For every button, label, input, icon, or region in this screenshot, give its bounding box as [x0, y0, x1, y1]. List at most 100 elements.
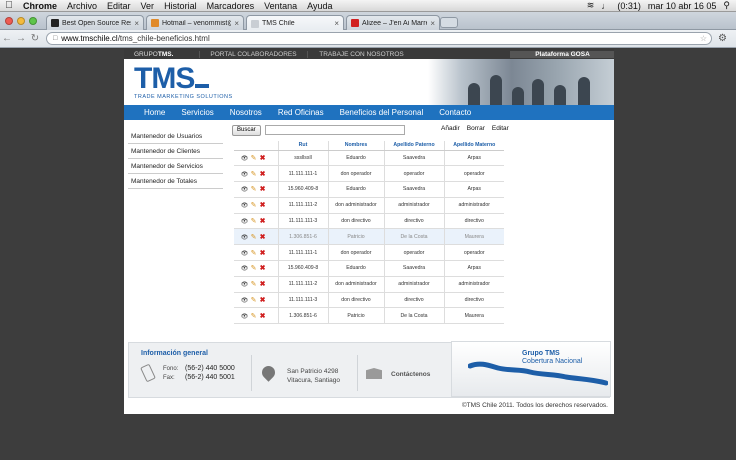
view-icon[interactable]: 👁	[240, 297, 249, 304]
search-input[interactable]	[264, 125, 405, 135]
delete-icon[interactable]: ✖	[258, 217, 267, 225]
apple-icon[interactable]: 	[0, 0, 18, 11]
portal-colaboradores-link[interactable]: PORTAL COLABORADORES	[199, 50, 307, 58]
minimize-window-icon[interactable]	[17, 17, 25, 25]
menu-ver[interactable]: Ver	[136, 1, 160, 11]
spotlight-icon[interactable]: ⚲	[723, 0, 730, 11]
view-icon[interactable]: 👁	[240, 155, 249, 162]
forward-icon[interactable]: →	[14, 33, 28, 44]
nav-nosotros[interactable]: Nosotros	[222, 108, 270, 117]
edit-icon[interactable]: ✎	[249, 201, 258, 209]
tab-close-icon[interactable]: ×	[134, 19, 139, 28]
tab-best-open-source[interactable]: Best Open Source Resources ×	[46, 15, 144, 30]
tab-close-icon[interactable]: ×	[430, 19, 435, 28]
wrench-menu-icon[interactable]: ⚙	[718, 33, 727, 44]
menu-archivo[interactable]: Archivo	[62, 1, 102, 11]
table-row[interactable]: 👁 ✎ ✖ 11.111.111-1 don operador operador opera…	[234, 165, 504, 183]
view-icon[interactable]: 👁	[240, 186, 249, 193]
sidebar-item-totales[interactable]: Mantenedor de Totales	[128, 174, 223, 189]
edit-icon[interactable]: ✎	[249, 170, 258, 178]
col-apellido-materno[interactable]: Apellido Materno	[443, 141, 504, 151]
trabaje-con-nosotros-link[interactable]: TRABAJE CON NOSOTROS	[307, 50, 415, 58]
reload-icon[interactable]: ↻	[28, 33, 42, 44]
nav-home[interactable]: Home	[124, 108, 173, 117]
tab-youtube[interactable]: Alizee – J'en Ai Marre (Tube ×	[346, 15, 440, 30]
tms-logo[interactable]: TMS TRADE MARKETING SOLUTIONS	[134, 64, 233, 101]
table-row[interactable]: 👁 ✎ ✖ sssllssll Eduardo Saavedra Arpas	[234, 150, 504, 167]
edit-icon[interactable]: ✎	[249, 185, 258, 193]
view-icon[interactable]: 👁	[240, 265, 249, 272]
table-row[interactable]: 👁 ✎ ✖ 11.111.111-2 don administrador administ…	[234, 276, 504, 293]
edit-icon[interactable]: ✎	[249, 249, 258, 257]
view-icon[interactable]: 👁	[240, 202, 249, 209]
table-row[interactable]: 👁 ✎ ✖ 15.960.409-8 Eduardo Saavedra Arpas	[234, 181, 504, 198]
coverage-map[interactable]: Grupo TMS Cobertura Nacional	[451, 341, 611, 397]
tab-close-icon[interactable]: ×	[334, 19, 339, 28]
delete-icon[interactable]: ✖	[258, 154, 267, 162]
contact-link[interactable]: Contáctenos	[391, 371, 430, 378]
grupo-tms-logo[interactable]: GRUPOTMS.	[124, 51, 199, 58]
edit-icon[interactable]: ✎	[249, 280, 258, 288]
nav-servicios[interactable]: Servicios	[173, 108, 221, 117]
tab-tms-chile[interactable]: TMS Chile ×	[246, 15, 344, 31]
nav-red-oficinas[interactable]: Red Oficinas	[270, 108, 332, 117]
search-button[interactable]: Buscar	[232, 125, 261, 136]
view-icon[interactable]: 👁	[240, 281, 249, 288]
menu-app-chrome[interactable]: Chrome	[18, 1, 62, 11]
address-bar[interactable]: □ www.tmschile.cl/tms_chile-beneficios.h…	[46, 32, 712, 45]
tab-close-icon[interactable]: ×	[234, 19, 239, 28]
mail-icon[interactable]	[366, 368, 382, 379]
edit-icon[interactable]: ✎	[249, 233, 258, 241]
table-row[interactable]: 👁 ✎ ✖ 11.111.111-3 don directivo directivo dir…	[234, 292, 504, 309]
delete-icon[interactable]: ✖	[258, 264, 267, 272]
menu-ventana[interactable]: Ventana	[259, 1, 302, 11]
close-window-icon[interactable]	[5, 17, 13, 25]
delete-icon[interactable]: ✖	[258, 201, 267, 209]
table-row[interactable]: 👁 ✎ ✖ 11.111.111-1 don operador operador opera…	[234, 244, 504, 262]
edit-icon[interactable]: ✎	[249, 312, 258, 320]
edit-icon[interactable]: ✎	[249, 217, 258, 225]
menu-historial[interactable]: Historial	[159, 1, 202, 11]
delete-icon[interactable]: ✖	[258, 296, 267, 304]
delete-icon[interactable]: ✖	[258, 185, 267, 193]
plataforma-gosa-link[interactable]: Plataforma GOSA	[510, 50, 614, 58]
delete-icon[interactable]: ✖	[258, 280, 267, 288]
edit-action[interactable]: Editar	[492, 125, 509, 132]
back-icon[interactable]: ←	[0, 33, 14, 44]
nav-beneficios[interactable]: Beneficios del Personal	[332, 108, 432, 117]
delete-icon[interactable]: ✖	[258, 249, 267, 257]
table-row[interactable]: 👁 ✎ ✖ 11.111.111-3 don directivo directivo dir…	[234, 213, 504, 230]
wifi-icon[interactable]: ≋	[587, 0, 595, 11]
view-icon[interactable]: 👁	[240, 250, 249, 257]
menu-marcadores[interactable]: Marcadores	[202, 1, 260, 11]
delete-action[interactable]: Borrar	[467, 125, 485, 132]
table-row[interactable]: 👁 ✎ ✖ 1.306.851-6 Patricio De la Costa Maurera	[234, 307, 504, 325]
view-icon[interactable]: 👁	[240, 218, 249, 225]
table-row[interactable]: 👁 ✎ ✖ 11.111.111-2 don administrador administ…	[234, 197, 504, 214]
zoom-window-icon[interactable]	[29, 17, 37, 25]
delete-icon[interactable]: ✖	[258, 170, 267, 178]
col-nombres[interactable]: Nombres	[327, 141, 384, 151]
view-icon[interactable]: 👁	[240, 234, 249, 241]
edit-icon[interactable]: ✎	[249, 296, 258, 304]
sidebar-item-servicios[interactable]: Mantenedor de Servicios	[128, 159, 223, 174]
tab-hotmail[interactable]: Hotmail – venommist@live.cl ×	[146, 15, 244, 30]
sidebar-item-clientes[interactable]: Mantenedor de Clientes	[128, 144, 223, 159]
clock[interactable]: mar 10 abr 16 05	[648, 1, 717, 11]
delete-icon[interactable]: ✖	[258, 312, 267, 320]
edit-icon[interactable]: ✎	[249, 264, 258, 272]
delete-icon[interactable]: ✖	[258, 233, 267, 241]
menu-ayuda[interactable]: Ayuda	[302, 1, 337, 11]
nav-contacto[interactable]: Contacto	[431, 108, 479, 117]
battery-status[interactable]: (0:31)	[617, 1, 641, 11]
edit-icon[interactable]: ✎	[249, 154, 258, 162]
volume-icon[interactable]: ♩	[601, 1, 610, 11]
sidebar-item-usuarios[interactable]: Mantenedor de Usuarios	[128, 129, 223, 144]
add-action[interactable]: Añadir	[441, 125, 460, 132]
bookmark-star-icon[interactable]: ☆	[700, 34, 707, 43]
table-row[interactable]: 👁 ✎ ✖ 1.306.851-6 Patricio De la Costa Maurera	[234, 228, 504, 246]
table-row[interactable]: 👁 ✎ ✖ 15.960.409-8 Eduardo Saavedra Arpas	[234, 260, 504, 277]
menu-editar[interactable]: Editar	[102, 1, 136, 11]
col-rut[interactable]: Rut	[277, 141, 328, 151]
new-tab-button[interactable]	[440, 17, 458, 28]
